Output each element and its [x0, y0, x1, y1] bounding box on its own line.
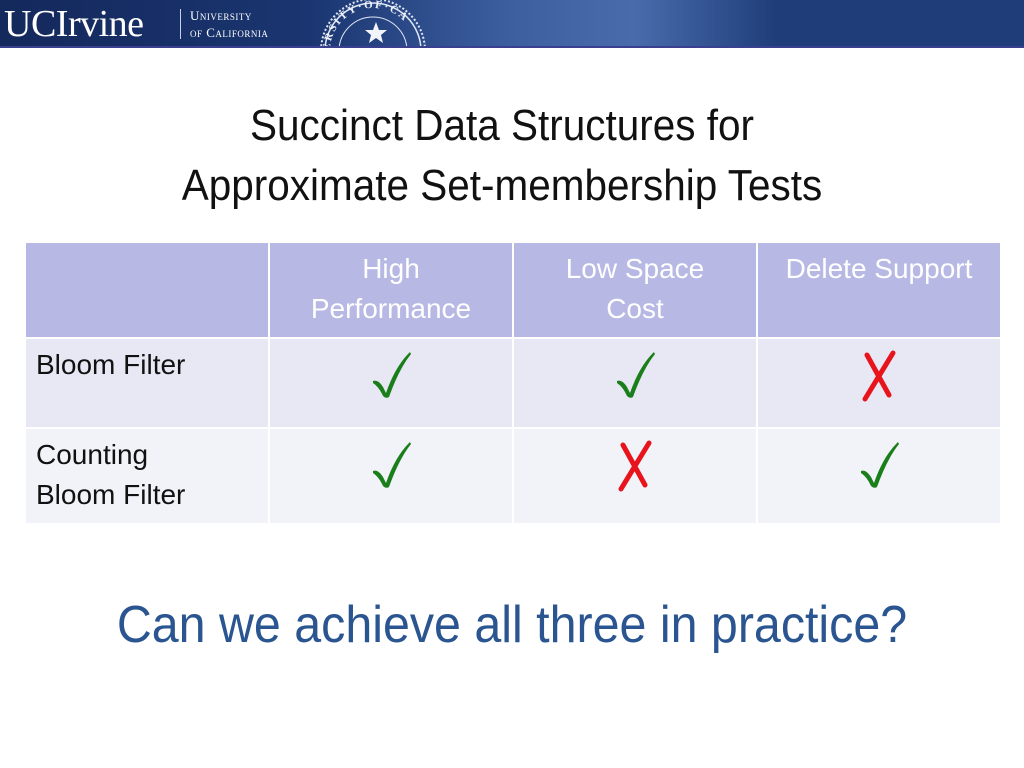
- column-header: Delete Support: [756, 241, 1002, 339]
- checkmark-icon: [369, 439, 413, 496]
- header-corner-cell: [24, 241, 270, 339]
- cross-icon: [617, 439, 653, 498]
- checkmark-icon: [857, 439, 901, 496]
- cross-icon: [861, 349, 897, 408]
- logo-sub-line1: University: [190, 8, 252, 23]
- row-label: Bloom Filter: [24, 337, 270, 429]
- university-of-california-label: University of California: [190, 7, 268, 41]
- university-seal-icon: ERSITY·OF·CA: [320, 0, 426, 48]
- feature-cell: [756, 337, 1002, 429]
- feature-cell: [268, 427, 514, 525]
- column-header-text: Cost: [606, 293, 664, 324]
- row-label-text: Counting: [36, 439, 149, 470]
- row-label: Counting Bloom Filter: [24, 427, 270, 525]
- comparison-table: High Performance Low Space Cost Delete Suppo…: [24, 241, 1002, 525]
- checkmark-icon: [613, 349, 657, 406]
- closing-question: Can we achieve all three in practice?: [116, 596, 908, 654]
- slide-title: Succinct Data Structures for Approximate…: [40, 96, 964, 216]
- row-label-text: Bloom Filter: [36, 479, 186, 510]
- university-banner: UCIrvine University of California ERSITY…: [0, 0, 1024, 48]
- title-line-1: Succinct Data Structures for: [250, 101, 754, 150]
- table-row: Counting Bloom Filter: [24, 427, 1002, 525]
- uc-irvine-logo: UCIrvine: [4, 3, 144, 45]
- feature-cell: [512, 427, 758, 525]
- svg-text:ERSITY·OF·CA: ERSITY·OF·CA: [321, 0, 411, 48]
- column-header-text: Delete Support: [785, 253, 973, 284]
- seal-text: ERSITY·OF·CA: [321, 0, 409, 46]
- column-header-text: High: [362, 253, 420, 284]
- row-label-text: Bloom Filter: [36, 349, 186, 380]
- table-header-row: High Performance Low Space Cost Delete Suppo…: [24, 241, 1002, 339]
- title-line-2: Approximate Set-membership Tests: [181, 161, 823, 210]
- feature-cell: [512, 337, 758, 429]
- checkmark-icon: [369, 349, 413, 406]
- column-header-text: Low Space: [565, 253, 705, 284]
- column-header-text: Performance: [310, 293, 472, 324]
- logo-divider: [180, 9, 181, 39]
- table-row: Bloom Filter: [24, 337, 1002, 429]
- feature-cell: [756, 427, 1002, 525]
- logo-sub-line2: of California: [190, 25, 269, 40]
- column-header: Low Space Cost: [512, 241, 758, 339]
- column-header: High Performance: [268, 241, 514, 339]
- feature-cell: [268, 337, 514, 429]
